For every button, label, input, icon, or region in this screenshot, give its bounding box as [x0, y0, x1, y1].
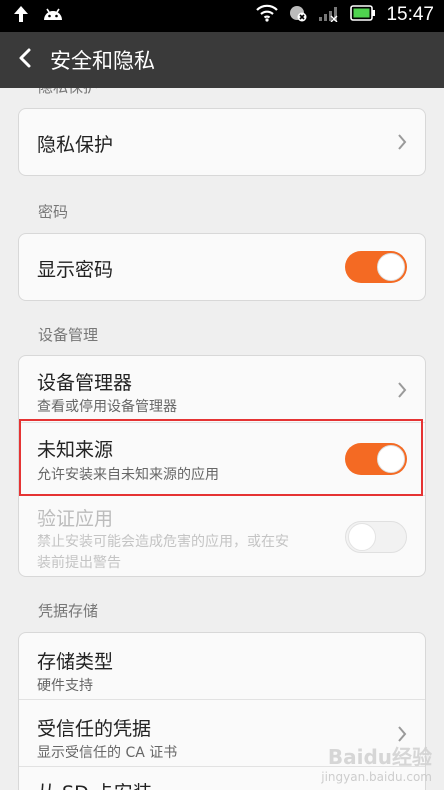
storage-type-item[interactable]: 存储类型 硬件支持 — [19, 633, 425, 699]
watermark-url: jingyan.baidu.com — [321, 770, 432, 784]
chevron-right-icon — [397, 381, 407, 403]
verify-apps-item[interactable]: 验证应用 禁止安装可能会造成危害的应用，或在安 装前提出警告 — [19, 496, 425, 576]
toggle-knob — [348, 523, 376, 551]
device-managers-item[interactable]: 设备管理器 查看或停用设备管理器 — [19, 356, 425, 422]
watermark-brand: Baidu经验 — [327, 745, 432, 769]
chevron-right-icon — [397, 133, 407, 155]
verify-apps-sub-line1: 禁止安装可能会造成危害的应用，或在安 — [37, 534, 289, 550]
status-time: 15:47 — [386, 4, 434, 25]
android-icon — [42, 6, 64, 26]
install-from-sd-label: 从 SD 卡安装 — [37, 778, 152, 790]
title-bar: 安全和隐私 — [0, 32, 444, 88]
signal-icon — [318, 4, 340, 26]
baidu-watermark: Baidu经验 jingyan.baidu.com — [321, 741, 432, 784]
trusted-credentials-sub: 显示受信任的 CA 证书 — [37, 745, 178, 761]
show-password-item[interactable]: 显示密码 — [19, 234, 425, 300]
section-label-device-admin: 设备管理 — [38, 326, 99, 344]
show-password-label: 显示密码 — [37, 259, 114, 281]
section-label-password: 密码 — [38, 203, 69, 221]
card-password: 显示密码 — [18, 233, 426, 301]
wifi-icon — [256, 4, 279, 26]
section-label-privacy: 隐私保护 — [38, 88, 98, 97]
device-managers-label: 设备管理器 — [37, 372, 133, 394]
upload-arrow-icon — [12, 4, 30, 28]
card-privacy: 隐私保护 — [18, 108, 426, 176]
privacy-protection-item[interactable]: 隐私保护 — [19, 109, 425, 175]
page-title: 安全和隐私 — [50, 49, 155, 73]
show-password-toggle[interactable] — [345, 251, 407, 283]
privacy-protection-label: 隐私保护 — [37, 134, 114, 156]
back-button[interactable] — [0, 32, 50, 88]
device-managers-sub: 查看或停用设备管理器 — [37, 399, 177, 415]
storage-type-sub: 硬件支持 — [37, 678, 93, 694]
alarm-icon — [288, 3, 308, 27]
highlight-box — [19, 419, 423, 496]
back-arrow-icon — [17, 47, 33, 73]
verify-apps-toggle[interactable] — [345, 521, 407, 553]
verify-apps-sub-line2: 装前提出警告 — [37, 555, 121, 571]
storage-type-label: 存储类型 — [37, 651, 114, 673]
toggle-knob — [377, 253, 405, 281]
section-label-credentials: 凭据存储 — [38, 602, 99, 620]
status-bar: 15:47 — [0, 0, 444, 32]
settings-list[interactable]: 隐私保护 隐私保护 密码 显示密码 设备管理 设备管理器 查看或停用设备管理器 — [0, 88, 444, 790]
verify-apps-label: 验证应用 — [37, 508, 114, 530]
battery-icon — [350, 5, 376, 25]
trusted-credentials-label: 受信任的凭据 — [37, 718, 152, 740]
